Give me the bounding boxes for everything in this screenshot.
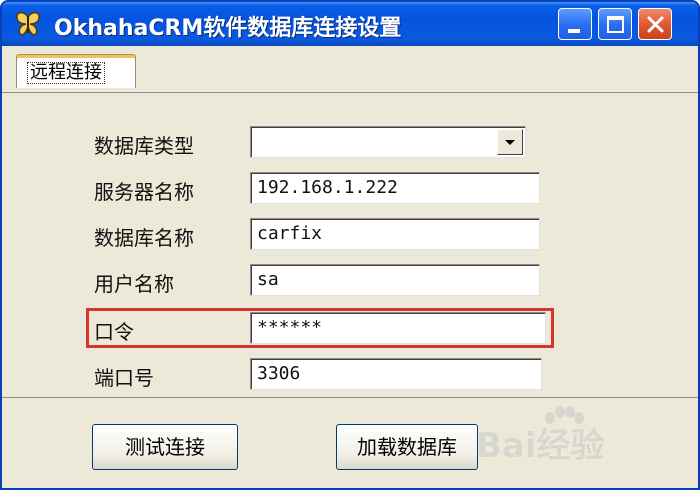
close-button[interactable] — [638, 8, 672, 40]
tab-label: 远程连接 — [27, 62, 105, 84]
db-name-label: 数据库名称 — [94, 226, 194, 250]
minimize-button[interactable] — [558, 8, 592, 40]
dialog-window: OkhahaCRM软件数据库连接设置 远程连接 数据库类型 服务器名称 192.… — [0, 0, 700, 490]
load-database-button[interactable]: 加载数据库 — [336, 424, 478, 470]
maximize-button[interactable] — [598, 8, 632, 40]
password-highlight-box — [86, 308, 554, 348]
tab-remote-connection[interactable]: 远程连接 — [16, 54, 136, 88]
server-name-input[interactable]: 192.168.1.222 — [250, 172, 540, 204]
dropdown-button[interactable] — [497, 129, 523, 155]
username-input[interactable]: sa — [250, 264, 540, 296]
maximize-icon — [607, 16, 624, 33]
port-input[interactable]: 3306 — [250, 358, 542, 390]
title-bar[interactable]: OkhahaCRM软件数据库连接设置 — [2, 2, 698, 46]
butterfly-app-icon — [16, 11, 40, 36]
tab-strip: 远程连接 — [2, 46, 698, 92]
minimize-icon — [568, 29, 580, 33]
db-type-select[interactable] — [250, 126, 526, 158]
test-connection-button[interactable]: 测试连接 — [92, 424, 238, 470]
port-label: 端口号 — [94, 366, 154, 390]
baidu-watermark: Bai经验 — [476, 406, 686, 466]
db-name-input[interactable]: carfix — [250, 218, 540, 250]
username-label: 用户名称 — [94, 272, 174, 296]
watermark-text: Bai经验 — [476, 426, 605, 466]
server-name-label: 服务器名称 — [94, 180, 194, 204]
db-type-label: 数据库类型 — [94, 134, 194, 158]
chevron-down-icon — [505, 140, 515, 145]
window-title: OkhahaCRM软件数据库连接设置 — [54, 16, 402, 41]
close-icon — [647, 16, 664, 33]
